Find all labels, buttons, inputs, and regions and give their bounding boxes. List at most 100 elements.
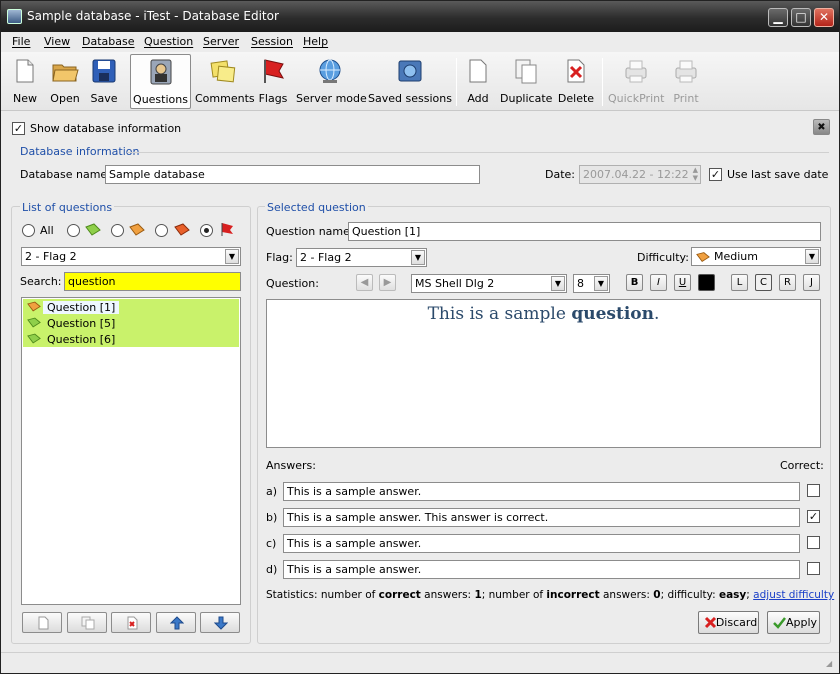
answer-d-correct-checkbox[interactable] — [807, 562, 820, 575]
red-flag-icon — [221, 223, 233, 236]
saved-sessions-button[interactable]: Saved sessions — [368, 54, 452, 109]
list-item[interactable]: Question [1] — [23, 299, 239, 315]
font-size-combo[interactable]: 8 ▼ — [573, 274, 610, 293]
list-item-label: Question [1] — [43, 301, 120, 314]
printer-icon — [675, 60, 697, 83]
align-left-button[interactable]: L — [731, 274, 748, 291]
toolbar-separator — [602, 58, 603, 106]
answer-letter: c) — [266, 537, 277, 550]
answer-letter: d) — [266, 563, 278, 576]
chevron-down-icon[interactable]: ▼ — [411, 250, 425, 265]
date-value: 2007.04.22 - 12:22 — [583, 168, 689, 181]
align-center-button[interactable]: C — [755, 274, 772, 291]
save-button[interactable]: Save — [86, 54, 122, 109]
menu-database[interactable]: Database — [82, 35, 135, 48]
answer-d-input[interactable]: This is a sample answer. — [283, 560, 800, 579]
question-text-end: . — [653, 304, 660, 324]
move-down-button[interactable] — [200, 612, 240, 633]
stats-bold: incorrect — [546, 589, 600, 601]
delete-button[interactable]: Delete — [557, 54, 595, 109]
filter-all-radio[interactable] — [22, 224, 35, 237]
show-db-info-checkbox[interactable]: ✓ — [12, 122, 25, 135]
question-list[interactable]: Question [1] Question [5] Question [6] — [21, 297, 241, 605]
answers-label: Answers: — [266, 459, 316, 472]
discard-button[interactable]: Discard — [698, 611, 759, 634]
font-combo[interactable]: MS Shell Dlg 2 ▼ — [411, 274, 567, 293]
menu-session[interactable]: Session — [251, 35, 293, 48]
delete-question-button[interactable] — [111, 612, 151, 633]
search-label: Search: — [20, 275, 62, 288]
duplicate-button[interactable]: Duplicate — [500, 54, 552, 109]
menu-view[interactable]: View — [44, 35, 70, 48]
list-item[interactable]: Question [5] — [23, 315, 239, 331]
flag-label: Flag: — [266, 251, 293, 264]
filter-flag-1-radio[interactable] — [67, 224, 80, 237]
align-right-button[interactable]: R — [779, 274, 796, 291]
green-flag-icon — [27, 333, 41, 344]
flags-button[interactable]: Flags — [255, 54, 291, 109]
database-name-label: Database name: — [20, 168, 111, 181]
stats-bold: correct — [378, 589, 421, 601]
align-justify-button[interactable]: J — [803, 274, 820, 291]
text-color-button[interactable] — [698, 274, 715, 291]
stats-text: Statistics: number of — [266, 589, 379, 601]
italic-button[interactable]: I — [650, 274, 667, 291]
bold-button[interactable]: B — [626, 274, 643, 291]
filter-flag-4-radio[interactable] — [200, 224, 213, 237]
date-input[interactable]: 2007.04.22 - 12:22 ▲ ▼ — [579, 165, 701, 184]
new-button[interactable]: New — [7, 54, 43, 109]
redo-icon[interactable]: ▶ — [379, 274, 396, 291]
adjust-difficulty-link[interactable]: adjust difficulty — [753, 589, 834, 601]
answer-c-correct-checkbox[interactable] — [807, 536, 820, 549]
questions-button[interactable]: Questions — [130, 54, 191, 109]
menu-question[interactable]: Question — [144, 35, 193, 48]
filter-flag-2-radio[interactable] — [111, 224, 124, 237]
filter-flag-3-radio[interactable] — [155, 224, 168, 237]
resize-grip-icon[interactable]: ◢ — [826, 659, 836, 669]
menu-file[interactable]: File — [12, 35, 30, 48]
move-up-button[interactable] — [156, 612, 196, 633]
print-button[interactable]: Print — [669, 54, 703, 109]
search-input[interactable]: question — [64, 272, 241, 291]
chevron-down-icon[interactable]: ▼ — [805, 249, 819, 264]
close-panel-icon[interactable]: ✖ — [813, 119, 830, 135]
minimize-button[interactable]: ▁ — [768, 8, 788, 27]
database-name-input[interactable]: Sample database — [105, 165, 480, 184]
chevron-down-icon[interactable]: ▼ — [225, 249, 239, 264]
maximize-button[interactable]: □ — [791, 8, 811, 27]
duplicate-icon — [515, 59, 537, 84]
answer-c-input[interactable]: This is a sample answer. — [283, 534, 800, 553]
answer-b-correct-checkbox[interactable]: ✓ — [807, 510, 820, 523]
apply-button[interactable]: Apply — [767, 611, 820, 634]
menu-help[interactable]: Help — [303, 35, 328, 48]
question-name-input[interactable]: Question [1] — [348, 222, 821, 241]
date-spin-icon[interactable]: ▲ ▼ — [693, 166, 698, 182]
menu-server[interactable]: Server — [203, 35, 239, 48]
question-text-editor[interactable]: This is a sample question. — [266, 299, 821, 448]
answer-a-correct-checkbox[interactable] — [807, 484, 820, 497]
flag-combo[interactable]: 2 - Flag 2 ▼ — [296, 248, 427, 267]
server-mode-button[interactable]: Server mode — [296, 54, 367, 109]
difficulty-combo[interactable]: Medium ▼ — [691, 247, 821, 266]
open-button[interactable]: Open — [47, 54, 83, 109]
add-question-button[interactable] — [22, 612, 62, 633]
quickprint-button[interactable]: QuickPrint — [608, 54, 664, 109]
statistics-text: Statistics: number of correct answers: 1… — [266, 589, 834, 601]
checkmark-icon — [773, 617, 786, 629]
list-item-label: Question [6] — [47, 333, 116, 346]
use-last-save-checkbox[interactable]: ✓ — [709, 168, 722, 181]
answer-b-input[interactable]: This is a sample answer. This answer is … — [283, 508, 800, 527]
app-window: Sample database - iTest - Database Edito… — [0, 0, 840, 674]
add-button[interactable]: Add — [463, 54, 493, 109]
answer-a-input[interactable]: This is a sample answer. — [283, 482, 800, 501]
close-button[interactable]: ✕ — [814, 8, 834, 27]
duplicate-question-button[interactable] — [67, 612, 107, 633]
chevron-down-icon[interactable]: ▼ — [551, 276, 565, 291]
new-file-icon — [38, 616, 49, 630]
flag-filter-combo[interactable]: 2 - Flag 2 ▼ — [21, 247, 241, 266]
list-item[interactable]: Question [6] — [23, 331, 239, 347]
underline-button[interactable]: U — [674, 274, 691, 291]
chevron-down-icon[interactable]: ▼ — [594, 276, 608, 291]
undo-icon[interactable]: ◀ — [356, 274, 373, 291]
comments-button[interactable]: Comments — [195, 54, 255, 109]
